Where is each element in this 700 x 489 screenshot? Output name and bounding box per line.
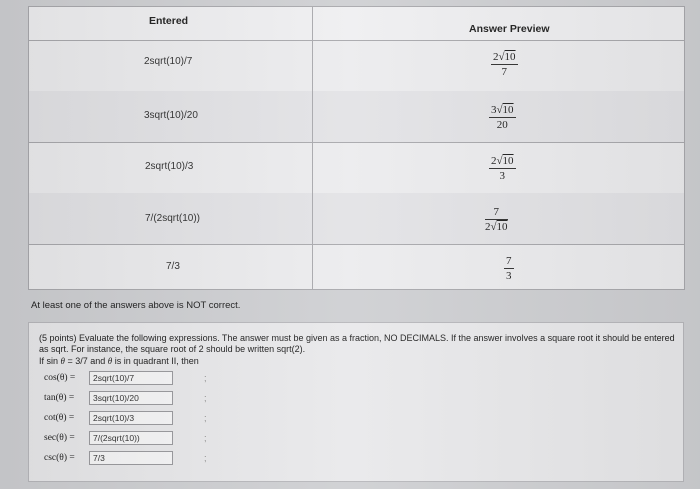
entered-value: 7/(2sqrt(10)) <box>145 213 201 224</box>
entered-value: 2sqrt(10)/3 <box>145 161 194 172</box>
cos-label: cos(θ) = <box>44 373 76 383</box>
cot-input[interactable]: 2sqrt(10)/3 <box>89 411 173 425</box>
sec-label: sec(θ) = <box>44 433 75 443</box>
table-row: 3sqrt(10)/20 3√10 20 <box>29 91 684 143</box>
table-row: 7/(2sqrt(10)) 7 2√10 <box>29 193 684 245</box>
answer-preview: 7 2√10 <box>485 206 508 233</box>
feedback-message: At least one of the answers above is NOT… <box>31 300 241 311</box>
results-table: Entered Answer Preview 2sqrt(10)/7 2√10 … <box>28 6 685 290</box>
cos-input[interactable]: 2sqrt(10)/7 <box>89 371 173 385</box>
entered-value: 3sqrt(10)/20 <box>144 110 198 121</box>
answer-preview: 3√10 20 <box>489 104 516 131</box>
table-row: 2sqrt(10)/3 2√10 3 <box>29 142 684 194</box>
cot-label: cot(θ) = <box>44 413 75 423</box>
problem-panel: (5 points) Evaluate the following expres… <box>28 322 684 482</box>
column-divider <box>312 7 313 289</box>
table-header: Entered Answer Preview <box>29 7 684 41</box>
csc-label: csc(θ) = <box>44 453 75 463</box>
answer-preview: 2√10 3 <box>489 155 516 182</box>
problem-given: If sin θ = 3/7 and θ is in quadrant II, … <box>39 356 199 366</box>
sec-input[interactable]: 7/(2sqrt(10)) <box>89 431 173 445</box>
header-answer-preview: Answer Preview <box>469 23 550 35</box>
answer-preview: 7 3 <box>504 255 514 282</box>
tan-input[interactable]: 3sqrt(10)/20 <box>89 391 173 405</box>
header-entered: Entered <box>149 15 189 27</box>
table-row: 7/3 7 3 <box>29 244 684 290</box>
problem-instructions: (5 points) Evaluate the following expres… <box>39 333 675 354</box>
tan-label: tan(θ) = <box>44 393 75 403</box>
csc-input[interactable]: 7/3 <box>89 451 173 465</box>
entered-value: 7/3 <box>166 261 180 272</box>
answer-preview: 2√10 7 <box>491 51 518 78</box>
entered-value: 2sqrt(10)/7 <box>144 56 193 67</box>
table-row: 2sqrt(10)/7 2√10 7 <box>29 40 684 92</box>
